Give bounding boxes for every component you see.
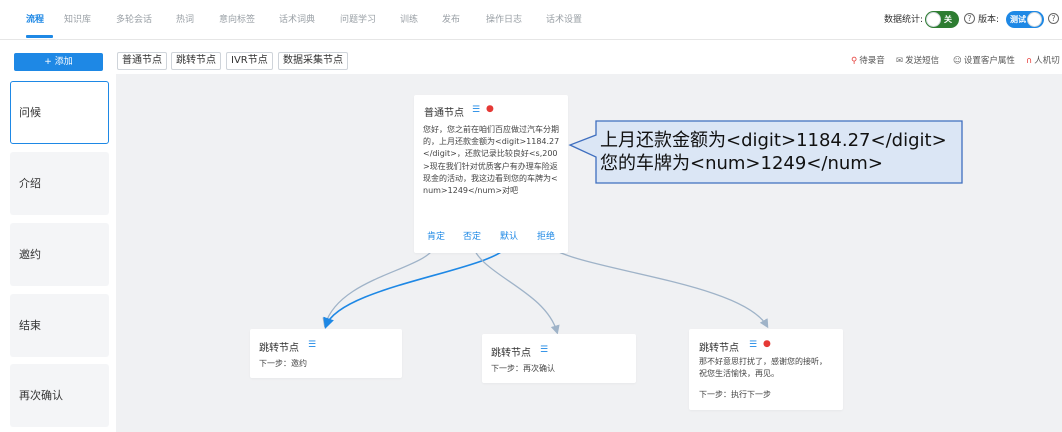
- callout-bubble: [568, 120, 963, 184]
- flow-editor: 流程 知识库 多轮会话 热词 意向标签 话术词典 问题学习 训练 发布 操作日志…: [0, 0, 1062, 432]
- callout-line-digit: 上月还款金额为<digit>1184.27</digit>: [600, 130, 947, 151]
- callout-line-plate: 您的车牌为<num>1249</num>: [600, 153, 883, 174]
